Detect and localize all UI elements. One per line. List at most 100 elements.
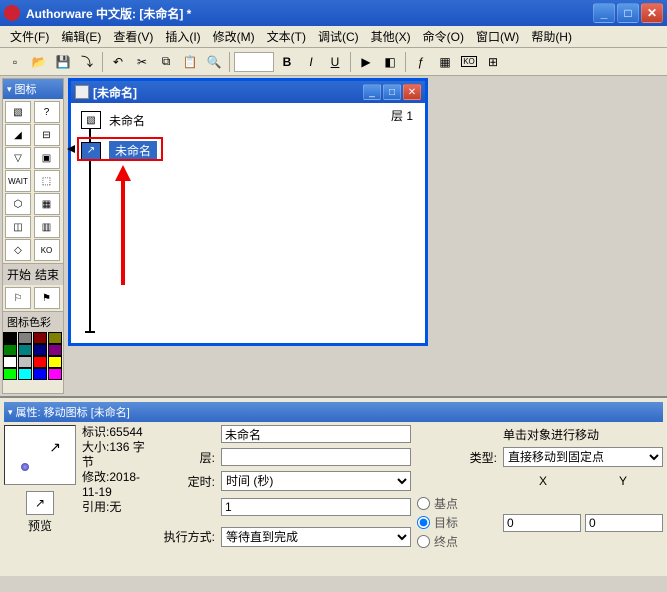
underline-icon[interactable]: U [324,51,346,73]
minimize-button[interactable]: _ [593,3,615,23]
maximize-button[interactable]: □ [617,3,639,23]
properties-title[interactable]: 属性: 移动图标 [未命名] [4,402,663,422]
motion-icon[interactable]: ? [34,101,60,123]
color-swatch[interactable] [48,344,62,356]
palette-title[interactable]: 图标 [3,79,63,99]
color-swatch[interactable] [18,356,32,368]
menu-window[interactable]: 窗口(W) [470,26,525,47]
preview-icon-button[interactable]: ↗ [26,491,54,515]
interaction-icon[interactable]: ⬚ [34,170,60,192]
color-swatch[interactable] [48,368,62,380]
mod-label: 修改: [82,470,109,484]
save-all-icon[interactable]: 💾 [52,51,74,73]
document-icon [75,85,89,99]
bold-icon[interactable]: B [276,51,298,73]
menu-edit[interactable]: 编辑(E) [55,26,107,47]
knowledge-icon[interactable]: KO [458,51,480,73]
framework-icon[interactable]: ▣ [34,147,60,169]
italic-icon[interactable]: I [300,51,322,73]
color-swatch[interactable] [18,332,32,344]
menu-command[interactable]: 命令(O) [417,26,470,47]
color-swatch[interactable] [33,344,47,356]
main-area: 图标 ▧ ? ◢ ⊟ ▽ ▣ WAIT ⬚ ⬡ ▦ ◫ ▥ ◇ KO 开始 结束… [0,76,667,396]
dvd-icon[interactable]: ◇ [5,239,31,261]
paste-icon[interactable]: 📋 [179,51,201,73]
doc-minimize-button[interactable]: _ [363,84,381,100]
app-title: Authorware 中文版: [未命名] * [26,5,593,22]
variables-icon[interactable]: ▦ [434,51,456,73]
flow-node-display[interactable]: ▧ 未命名 [81,111,145,129]
stop-flag-icon[interactable]: ⚑ [34,287,60,309]
digital-movie-icon[interactable]: ◫ [5,216,31,238]
menu-debug[interactable]: 调试(C) [312,26,365,47]
sound-icon[interactable]: ▥ [34,216,60,238]
menu-view[interactable]: 查看(V) [107,26,159,47]
doc-close-button[interactable]: ✕ [403,84,421,100]
doc-maximize-button[interactable]: □ [383,84,401,100]
cut-icon[interactable]: ✂ [131,51,153,73]
radio-target[interactable]: 目标 [417,514,497,531]
preview-button-area: ↗ 预览 [4,491,76,534]
menu-help[interactable]: 帮助(H) [525,26,578,47]
undo-icon[interactable]: ↶ [107,51,129,73]
color-swatch[interactable] [18,368,32,380]
color-swatch[interactable] [3,356,17,368]
ref-value: 无 [109,500,121,514]
preview-thumbnail[interactable]: ↗ [4,425,76,485]
functions-icon[interactable]: ƒ [410,51,432,73]
node2-label[interactable]: 未命名 [109,141,157,160]
start-flag-icon[interactable]: ⚐ [5,287,31,309]
erase-icon[interactable]: ◢ [5,124,31,146]
control-panel-icon[interactable]: ◧ [379,51,401,73]
color-swatch[interactable] [3,332,17,344]
menu-file[interactable]: 文件(F) [4,26,55,47]
menu-other[interactable]: 其他(X) [365,26,417,47]
menu-modify[interactable]: 修改(M) [207,26,261,47]
menu-insert[interactable]: 插入(I) [159,26,206,47]
type-select[interactable]: 直接移动到固定点 [503,447,663,467]
timing-value-input[interactable] [221,498,411,516]
copy-icon[interactable]: ⧉ [155,51,177,73]
color-swatch[interactable] [3,368,17,380]
map-icon[interactable]: ▦ [34,193,60,215]
color-swatch[interactable] [3,344,17,356]
motion-arrow-icon: ↗ [49,439,61,456]
size-label: 大小: [82,440,109,454]
import-icon[interactable]: ⤵ [76,51,98,73]
menu-bar: 文件(F) 编辑(E) 查看(V) 插入(I) 修改(M) 文本(T) 调试(C… [0,26,667,48]
color-swatch[interactable] [33,356,47,368]
node1-label[interactable]: 未命名 [109,112,145,129]
decision-icon[interactable]: WAIT [5,170,31,192]
display-icon[interactable]: ▧ [5,101,31,123]
paste-hand-icon [67,145,75,153]
open-file-icon[interactable]: 📂 [28,51,50,73]
run-icon[interactable]: ▶ [355,51,377,73]
icon-name-input[interactable] [221,425,411,443]
color-swatch[interactable] [48,332,62,344]
document-body[interactable]: 层 1 ▧ 未命名 ↗ 未命名 [71,103,425,343]
navigate-icon[interactable]: ▽ [5,147,31,169]
document-titlebar[interactable]: [未命名] _ □ ✕ [71,81,425,103]
color-swatch[interactable] [18,344,32,356]
layer-input[interactable] [221,448,411,466]
find-icon[interactable]: 🔍 [203,51,225,73]
trace-icon[interactable]: ⊞ [482,51,504,73]
color-swatch[interactable] [33,368,47,380]
radio-base[interactable]: 基点 [417,495,497,512]
wait-icon[interactable]: ⊟ [34,124,60,146]
new-file-icon[interactable]: ▫ [4,51,26,73]
flow-node-motion[interactable]: ↗ 未命名 [81,141,157,160]
y-input[interactable] [585,514,663,532]
close-button[interactable]: ✕ [641,3,663,23]
timing-select[interactable]: 时间 (秒) [221,471,411,491]
calculation-icon[interactable]: ⬡ [5,193,31,215]
id-label: 标识: [82,425,109,439]
text-style-dropdown[interactable] [234,52,274,72]
radio-end[interactable]: 终点 [417,533,497,550]
color-swatch[interactable] [33,332,47,344]
x-input[interactable] [503,514,581,532]
knowledge-object-icon[interactable]: KO [34,239,60,261]
exec-select[interactable]: 等待直到完成 [221,527,411,547]
color-swatch[interactable] [48,356,62,368]
menu-text[interactable]: 文本(T) [261,26,312,47]
